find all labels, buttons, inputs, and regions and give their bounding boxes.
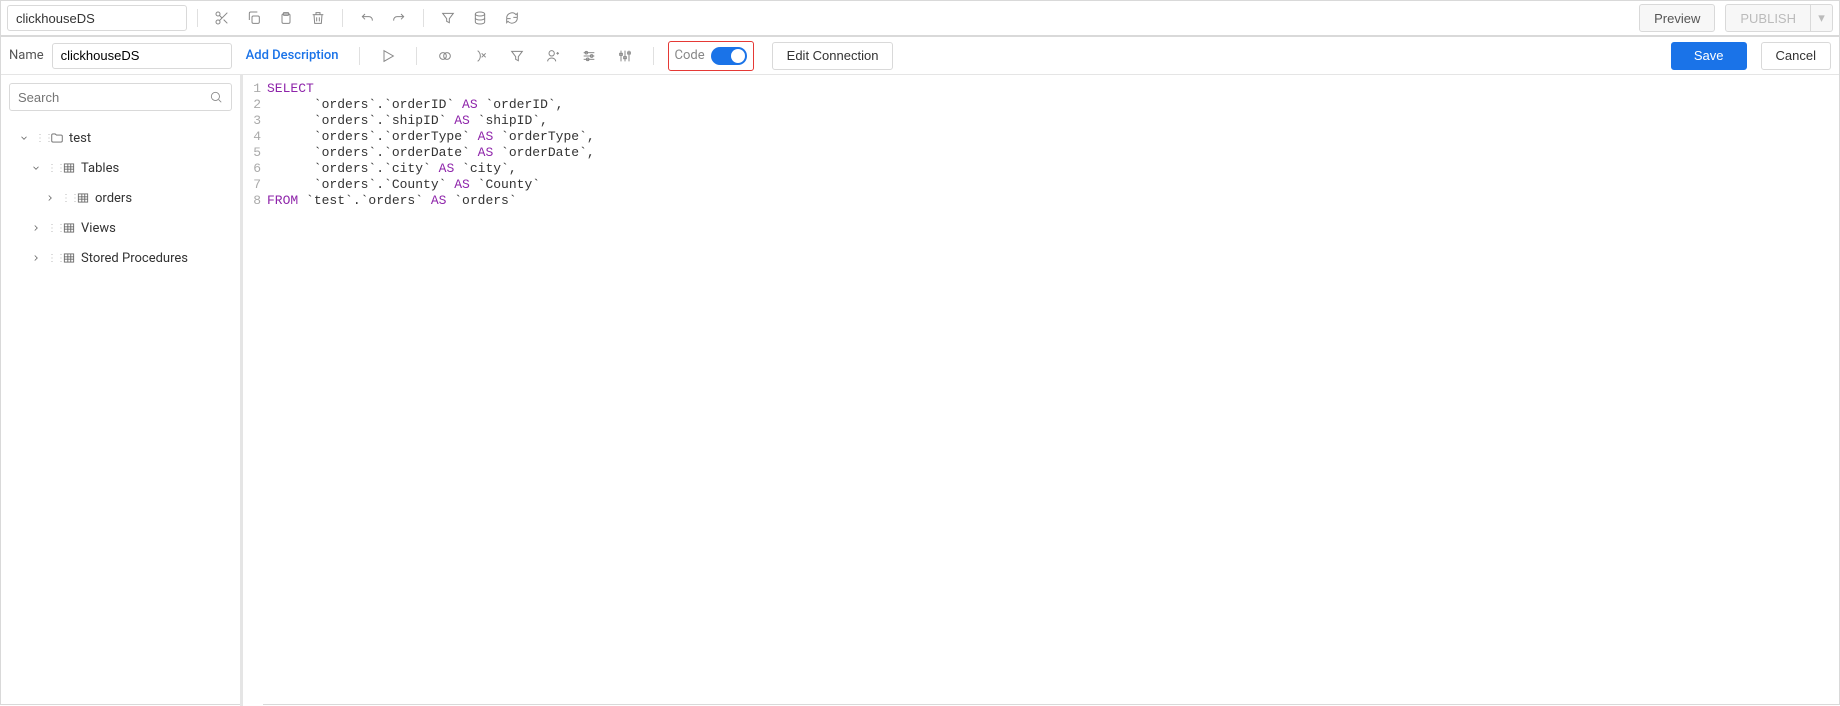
divider — [197, 9, 198, 27]
tree-node-test[interactable]: ⋮⋮ test — [1, 123, 240, 153]
top-toolbar: Preview PUBLISH ▾ — [1, 1, 1839, 37]
edit-connection-button[interactable]: Edit Connection — [772, 42, 894, 70]
tree-node-stored-procedures[interactable]: ⋮⋮ Stored Procedures — [1, 243, 240, 273]
gutter: 12345678 — [243, 75, 263, 706]
adjust-icon[interactable] — [611, 42, 639, 70]
paste-icon[interactable] — [272, 4, 300, 32]
drag-handle-icon: ⋮⋮ — [61, 193, 71, 204]
table-icon — [75, 190, 91, 206]
save-button[interactable]: Save — [1671, 42, 1747, 70]
user-icon[interactable] — [539, 42, 567, 70]
code-content[interactable]: SELECT `orders`.`orderID` AS `orderID`, … — [263, 75, 1839, 706]
add-description-link[interactable]: Add Description — [240, 48, 345, 63]
datasource-name-input[interactable] — [7, 5, 187, 31]
second-toolbar: Name Add Description Code Edit Connectio… — [1, 37, 1839, 75]
chevron-right-icon — [29, 221, 43, 235]
divider — [342, 9, 343, 27]
drag-handle-icon: ⋮⋮ — [47, 223, 57, 234]
delete-icon[interactable] — [304, 4, 332, 32]
divider — [359, 47, 360, 65]
code-toggle-label: Code — [675, 48, 705, 63]
divider — [653, 47, 654, 65]
chevron-right-icon — [43, 191, 57, 205]
tree-node-label: Stored Procedures — [81, 251, 188, 266]
chevron-right-icon — [29, 251, 43, 265]
search-input-wrap[interactable] — [9, 83, 232, 111]
cancel-button[interactable]: Cancel — [1761, 42, 1831, 70]
refresh-icon[interactable] — [498, 4, 526, 32]
chevron-down-icon — [17, 131, 31, 145]
publish-button[interactable]: PUBLISH — [1725, 4, 1811, 32]
drag-handle-icon: ⋮⋮ — [47, 253, 57, 264]
tree-node-orders[interactable]: ⋮⋮ orders — [1, 183, 240, 213]
search-input[interactable] — [18, 90, 203, 105]
filter2-icon[interactable] — [503, 42, 531, 70]
name-label: Name — [9, 48, 44, 63]
dataset-icon[interactable] — [466, 4, 494, 32]
tree-node-tables[interactable]: ⋮⋮ Tables — [1, 153, 240, 183]
search-icon — [209, 90, 223, 104]
cut-icon[interactable] — [208, 4, 236, 32]
publish-button-group: PUBLISH ▾ — [1725, 4, 1833, 32]
visibility-icon[interactable] — [431, 42, 459, 70]
filter-icon[interactable] — [434, 4, 462, 32]
redo-icon[interactable] — [385, 4, 413, 32]
undo-icon[interactable] — [353, 4, 381, 32]
divider — [423, 9, 424, 27]
code-editor[interactable]: 12345678 SELECT `orders`.`orderID` AS `o… — [241, 75, 1839, 706]
name-input[interactable] — [52, 43, 232, 69]
drag-handle-icon: ⋮⋮ — [47, 163, 57, 174]
sidebar: ⋮⋮ test ⋮⋮ Tables ⋮⋮ orders ⋮⋮ Views — [1, 75, 241, 706]
tree-node-views[interactable]: ⋮⋮ Views — [1, 213, 240, 243]
function-icon[interactable] — [467, 42, 495, 70]
table-icon — [61, 160, 77, 176]
folder-icon — [49, 130, 65, 146]
drag-handle-icon: ⋮⋮ — [35, 133, 45, 144]
main-area: ⋮⋮ test ⋮⋮ Tables ⋮⋮ orders ⋮⋮ Views — [1, 75, 1839, 706]
tree-node-label: Views — [81, 221, 116, 236]
divider — [416, 47, 417, 65]
run-icon[interactable] — [374, 42, 402, 70]
code-toggle[interactable] — [711, 47, 747, 65]
tree-node-label: Tables — [81, 161, 119, 176]
tree-node-label: orders — [95, 191, 132, 206]
tree-node-label: test — [69, 131, 91, 146]
table-icon — [61, 220, 77, 236]
publish-dropdown[interactable]: ▾ — [1811, 4, 1833, 32]
code-toggle-container: Code — [668, 41, 754, 71]
sliders-icon[interactable] — [575, 42, 603, 70]
tree: ⋮⋮ test ⋮⋮ Tables ⋮⋮ orders ⋮⋮ Views — [1, 119, 240, 277]
chevron-down-icon — [29, 161, 43, 175]
preview-button[interactable]: Preview — [1639, 4, 1715, 32]
table-icon — [61, 250, 77, 266]
copy-icon[interactable] — [240, 4, 268, 32]
